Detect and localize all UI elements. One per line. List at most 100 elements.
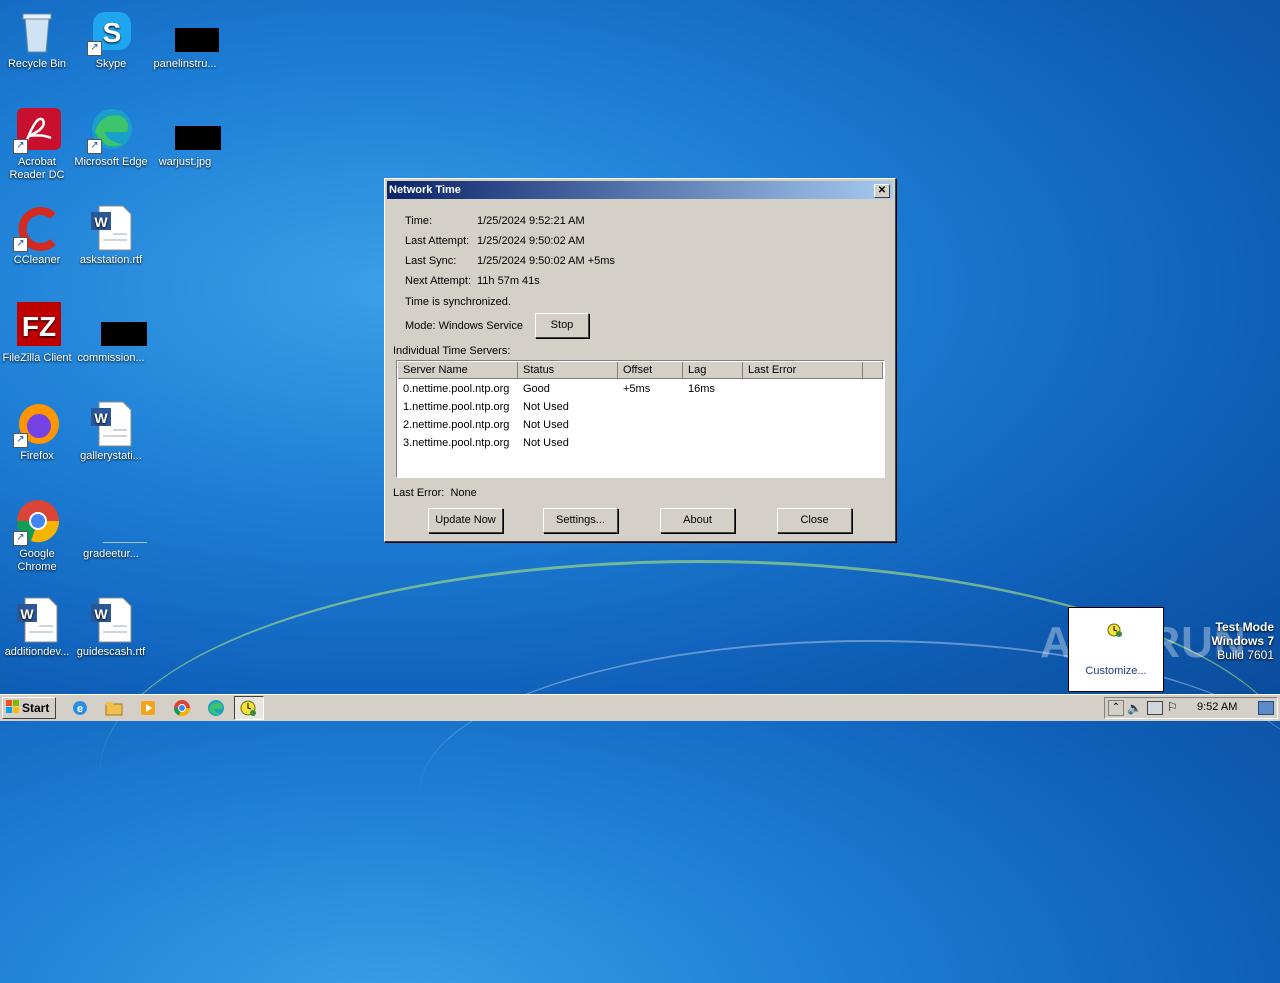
desktop-icon-guidescash[interactable]: W guidescash.rtf bbox=[74, 596, 148, 659]
last-sync-row: Last Sync: 1/25/2024 9:50:02 AM +5ms bbox=[405, 255, 615, 267]
desktop-icon-additiondev[interactable]: W additiondev... bbox=[0, 596, 74, 659]
mode-text: Mode: Windows Service bbox=[405, 320, 523, 332]
start-button[interactable]: Start bbox=[2, 697, 56, 719]
stop-button[interactable]: Stop bbox=[535, 313, 589, 338]
status-cell: Not Used bbox=[523, 401, 569, 413]
internet-explorer-icon[interactable]: e bbox=[70, 698, 90, 718]
desktop-icon-gallerystati[interactable]: W gallerystati... bbox=[74, 400, 148, 463]
action-center-flag-icon[interactable]: ⚐ bbox=[1167, 700, 1181, 714]
redacted-file-icon bbox=[87, 302, 147, 350]
sync-status-text: Time is synchronized. bbox=[405, 296, 511, 308]
shortcut-arrow-icon: ↗ bbox=[13, 433, 28, 448]
desktop-icon-filezilla[interactable]: FZ FileZilla Client bbox=[0, 302, 74, 365]
last-sync-label: Last Sync: bbox=[405, 255, 457, 267]
edge-taskbar-icon[interactable] bbox=[206, 698, 226, 718]
filezilla-icon: FZ bbox=[13, 302, 61, 350]
server-name-cell: 0.nettime.pool.ntp.org bbox=[403, 383, 510, 395]
desktop-icon-panelinstru[interactable]: panelinstru... bbox=[148, 8, 222, 71]
status-cell: Good bbox=[523, 383, 550, 395]
column-header-offset[interactable]: Offset bbox=[618, 362, 683, 379]
watermark-line: Test Mode bbox=[1215, 620, 1274, 634]
column-header-filler bbox=[863, 362, 883, 379]
media-player-icon[interactable] bbox=[138, 698, 158, 718]
settings-button[interactable]: Settings... bbox=[543, 508, 618, 533]
status-cell: Not Used bbox=[523, 437, 569, 449]
chevron-up-icon[interactable]: ⌃ bbox=[1108, 700, 1124, 716]
svg-text:W: W bbox=[20, 606, 34, 622]
desktop-icon-recycle-bin[interactable]: Recycle Bin bbox=[0, 8, 74, 71]
desktop-icon-acrobat[interactable]: ↗ Acrobat Reader DC bbox=[0, 106, 74, 182]
start-label: Start bbox=[22, 701, 50, 715]
windows-logo-icon bbox=[6, 700, 20, 714]
next-attempt-label: Next Attempt: bbox=[405, 275, 472, 287]
svg-text:S: S bbox=[103, 17, 122, 48]
time-label: Time: bbox=[405, 215, 433, 227]
next-attempt-row: Next Attempt: 11h 57m 41s bbox=[405, 275, 540, 287]
last-sync-value: 1/25/2024 9:50:02 AM +5ms bbox=[477, 255, 615, 267]
network-time-dialog: Network Time ✕ Time: 1/25/2024 9:52:21 AM… bbox=[384, 178, 896, 542]
last-error-text: Last Error: None bbox=[393, 487, 477, 499]
chrome-taskbar-icon[interactable] bbox=[172, 698, 192, 718]
watermark-line: Windows 7 bbox=[1211, 634, 1274, 648]
close-button[interactable]: Close bbox=[777, 508, 852, 533]
word-document-icon: W bbox=[13, 596, 61, 644]
desktop-icon-firefox[interactable]: ↗ Firefox bbox=[0, 400, 74, 463]
file-explorer-icon[interactable] bbox=[104, 698, 124, 718]
desktop-icon-gradeetur[interactable]: gradeetur... bbox=[74, 498, 148, 561]
time-servers-list[interactable]: Server Name Status Offset Lag Last Error… bbox=[396, 360, 885, 478]
column-header-last-error[interactable]: Last Error bbox=[743, 362, 863, 379]
servers-heading: Individual Time Servers: bbox=[393, 345, 511, 357]
redacted-file-icon bbox=[161, 106, 221, 154]
network-icon[interactable] bbox=[1147, 701, 1163, 715]
desktop-icon-edge[interactable]: ↗ Microsoft Edge bbox=[74, 106, 148, 169]
desktop-icon-askstation[interactable]: W askstation.rtf bbox=[74, 204, 148, 267]
shortcut-arrow-icon: ↗ bbox=[87, 41, 102, 56]
clock-icon bbox=[240, 700, 256, 716]
shortcut-arrow-icon: ↗ bbox=[13, 139, 28, 154]
svg-text:W: W bbox=[94, 410, 108, 426]
desktop-icon-ccleaner[interactable]: ↗ CCleaner bbox=[0, 204, 74, 267]
svg-text:FZ: FZ bbox=[22, 311, 56, 342]
ccleaner-icon: ↗ bbox=[13, 204, 61, 252]
acrobat-icon: ↗ bbox=[13, 106, 61, 154]
update-now-button[interactable]: Update Now bbox=[428, 508, 503, 533]
offset-cell: +5ms bbox=[623, 383, 651, 395]
dialog-titlebar[interactable]: Network Time ✕ bbox=[387, 181, 893, 199]
server-name-cell: 1.nettime.pool.ntp.org bbox=[403, 401, 510, 413]
show-desktop-icon[interactable] bbox=[1258, 701, 1274, 715]
close-icon[interactable]: ✕ bbox=[874, 184, 890, 198]
desktop-icon-commission[interactable]: commission... bbox=[74, 302, 148, 365]
taskbar: Start e ⌃ 🔈 ⚐ 9:52 AM bbox=[0, 694, 1280, 721]
recycle-bin-icon bbox=[13, 8, 61, 56]
desktop-icon-warjust[interactable]: warjust.jpg bbox=[148, 106, 222, 169]
clock[interactable]: 9:52 AM bbox=[1197, 701, 1237, 713]
last-attempt-label: Last Attempt: bbox=[405, 235, 470, 247]
system-tray: ⌃ 🔈 ⚐ 9:52 AM bbox=[1104, 697, 1278, 719]
time-row: Time: 1/25/2024 9:52:21 AM bbox=[405, 215, 585, 227]
desktop-icon-chrome[interactable]: ↗ Google Chrome bbox=[0, 498, 74, 574]
shortcut-arrow-icon: ↗ bbox=[13, 237, 28, 252]
last-attempt-value: 1/25/2024 9:50:02 AM bbox=[477, 235, 585, 247]
watermark-line: Build 7601 bbox=[1217, 648, 1274, 662]
tray-overflow-popup: Customize... bbox=[1068, 607, 1164, 692]
about-button[interactable]: About bbox=[660, 508, 735, 533]
column-header-server-name[interactable]: Server Name bbox=[398, 362, 518, 379]
last-attempt-row: Last Attempt: 1/25/2024 9:50:02 AM bbox=[405, 235, 585, 247]
network-time-taskbar-button[interactable] bbox=[234, 696, 264, 720]
chrome-icon: ↗ bbox=[13, 498, 61, 546]
test-mode-watermark: Test Mode Windows 7 Build 7601 bbox=[1211, 620, 1274, 662]
word-document-icon: W bbox=[87, 204, 135, 252]
time-value: 1/25/2024 9:52:21 AM bbox=[477, 215, 585, 227]
word-document-icon: W bbox=[87, 400, 135, 448]
volume-icon[interactable]: 🔈 bbox=[1127, 700, 1143, 716]
next-attempt-value: 11h 57m 41s bbox=[477, 275, 540, 287]
desktop-icon-skype[interactable]: S ↗ Skype bbox=[74, 8, 148, 71]
column-header-status[interactable]: Status bbox=[518, 362, 618, 379]
network-time-tray-icon[interactable] bbox=[1107, 622, 1123, 638]
lag-cell: 16ms bbox=[688, 383, 715, 395]
redacted-file-icon bbox=[161, 8, 219, 56]
customize-link[interactable]: Customize... bbox=[1069, 665, 1163, 677]
server-name-cell: 2.nettime.pool.ntp.org bbox=[403, 419, 510, 431]
column-header-lag[interactable]: Lag bbox=[683, 362, 743, 379]
dialog-title: Network Time bbox=[389, 184, 461, 196]
